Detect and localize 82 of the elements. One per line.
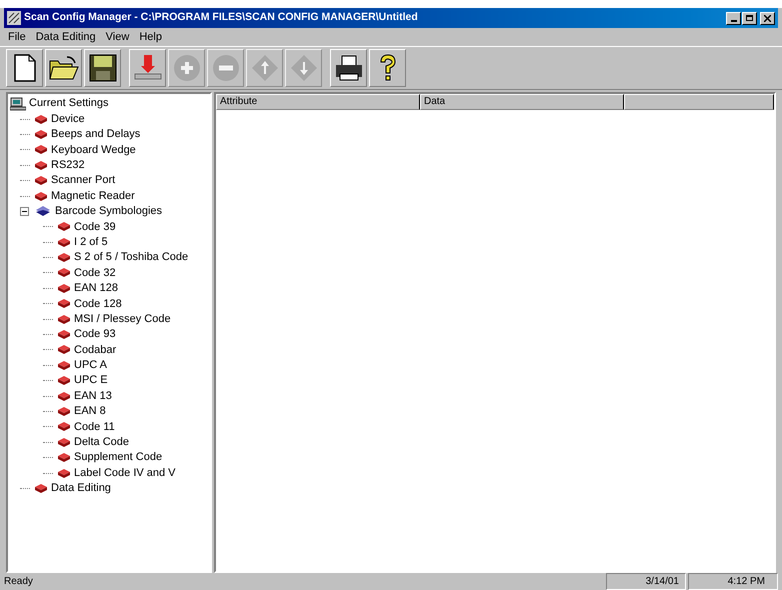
tree-item[interactable]: Label Code IV and V <box>74 464 176 482</box>
diamond-icon <box>57 267 71 278</box>
diamond-icon <box>57 252 71 264</box>
tree-item[interactable]: Beeps and Delays <box>51 126 140 143</box>
diamond-icon <box>57 282 71 294</box>
tree-item[interactable]: Keyboard Wedge <box>51 142 136 158</box>
window-title: Scan Config Manager - C:\PROGRAM FILES\SCAN CONFIG MANAGER\Untitled <box>24 10 418 26</box>
toolbar-button[interactable] <box>330 49 367 87</box>
diamond-icon <box>57 375 71 386</box>
diamond-icon <box>34 160 48 171</box>
diamond-icon <box>57 314 71 325</box>
diamond-icon <box>57 468 71 479</box>
folder-icon <box>48 55 78 81</box>
tree-item[interactable]: EAN 13 <box>74 388 112 404</box>
close-icon <box>764 14 771 22</box>
close-button[interactable] <box>760 12 775 24</box>
toolbar-button[interactable] <box>6 49 43 87</box>
tree-item[interactable]: S 2 of 5 / Toshiba Code <box>74 249 188 266</box>
diamond-icon <box>57 221 71 232</box>
diamond-icon <box>57 344 71 356</box>
down-arrow-diamond-icon <box>290 54 318 82</box>
tree-item[interactable]: Supplement Code <box>74 449 162 466</box>
tree-item[interactable]: Code 39 <box>74 218 116 236</box>
toolbar-button[interactable] <box>84 49 121 87</box>
computer-icon <box>10 96 26 111</box>
question-mark-icon <box>378 53 398 83</box>
menu-item[interactable]: View <box>106 28 130 46</box>
diamond-icon <box>34 114 48 125</box>
menu-item[interactable]: Help <box>139 28 162 46</box>
tree-item[interactable]: UPC E <box>74 372 108 389</box>
tree-item[interactable]: Code 11 <box>74 418 115 436</box>
diamond-icon <box>57 329 71 340</box>
diamond-icon <box>34 175 48 186</box>
diamond-icon <box>57 436 71 448</box>
diamond-icon <box>57 298 71 310</box>
status-date: 3/14/01 <box>606 572 686 590</box>
status-time: 4:12 PM <box>688 572 778 590</box>
app-icon <box>7 11 21 25</box>
diamond-icon <box>57 452 71 464</box>
diamond-icon <box>57 406 71 417</box>
minus-circle-icon <box>212 54 240 82</box>
tree-item[interactable]: EAN 8 <box>74 403 106 420</box>
diamond-icon <box>34 482 48 494</box>
tree-item[interactable]: Delta Code <box>74 434 130 451</box>
tree-item[interactable]: Data Editing <box>51 480 111 497</box>
tree-item[interactable]: MSI / Plessey Code <box>74 310 171 328</box>
blank-page-icon <box>14 54 36 82</box>
diamond-icon <box>57 236 71 248</box>
status-text: Ready <box>4 574 34 588</box>
tree-item[interactable]: Device <box>51 110 85 128</box>
tree-item[interactable]: EAN 128 <box>74 280 118 297</box>
stacked-diamonds-icon <box>34 205 52 218</box>
minimize-button[interactable] <box>726 12 741 24</box>
plus-circle-icon <box>172 54 200 82</box>
diamond-icon <box>34 144 48 156</box>
toolbar-button[interactable] <box>45 49 82 87</box>
download-tray-icon <box>132 54 162 82</box>
up-arrow-diamond-icon <box>250 54 278 82</box>
tree-item[interactable]: Current Settings <box>29 95 108 112</box>
tree-item[interactable]: Code 128 <box>74 296 122 312</box>
diamond-icon <box>34 128 48 140</box>
tree-item[interactable]: Magnetic Reader <box>51 188 135 204</box>
column-header[interactable]: Data <box>420 94 624 110</box>
tree-item[interactable]: Scanner Port <box>51 172 116 189</box>
printer-icon <box>334 54 364 82</box>
tree-item[interactable]: Codabar <box>74 342 116 358</box>
menu-item[interactable]: File <box>8 28 26 46</box>
collapse-toggle[interactable] <box>20 206 29 216</box>
diamond-icon <box>57 390 71 402</box>
diamond-icon <box>57 421 71 432</box>
diamond-icon <box>57 360 71 371</box>
tree-item[interactable]: Barcode Symbologies <box>55 203 162 220</box>
tree-item[interactable]: I 2 of 5 <box>74 234 108 250</box>
column-header[interactable]: Attribute <box>216 94 420 110</box>
tree-item[interactable]: UPC A <box>74 357 108 374</box>
tree-item[interactable]: Code 93 <box>74 326 116 343</box>
restore-button[interactable] <box>742 12 757 24</box>
diamond-icon <box>34 190 48 202</box>
tree-item[interactable]: RS232 <box>51 157 85 174</box>
tree-item[interactable]: Code 32 <box>74 264 116 282</box>
menu-item[interactable]: Data Editing <box>36 28 96 46</box>
toolbar-button[interactable] <box>369 49 406 87</box>
